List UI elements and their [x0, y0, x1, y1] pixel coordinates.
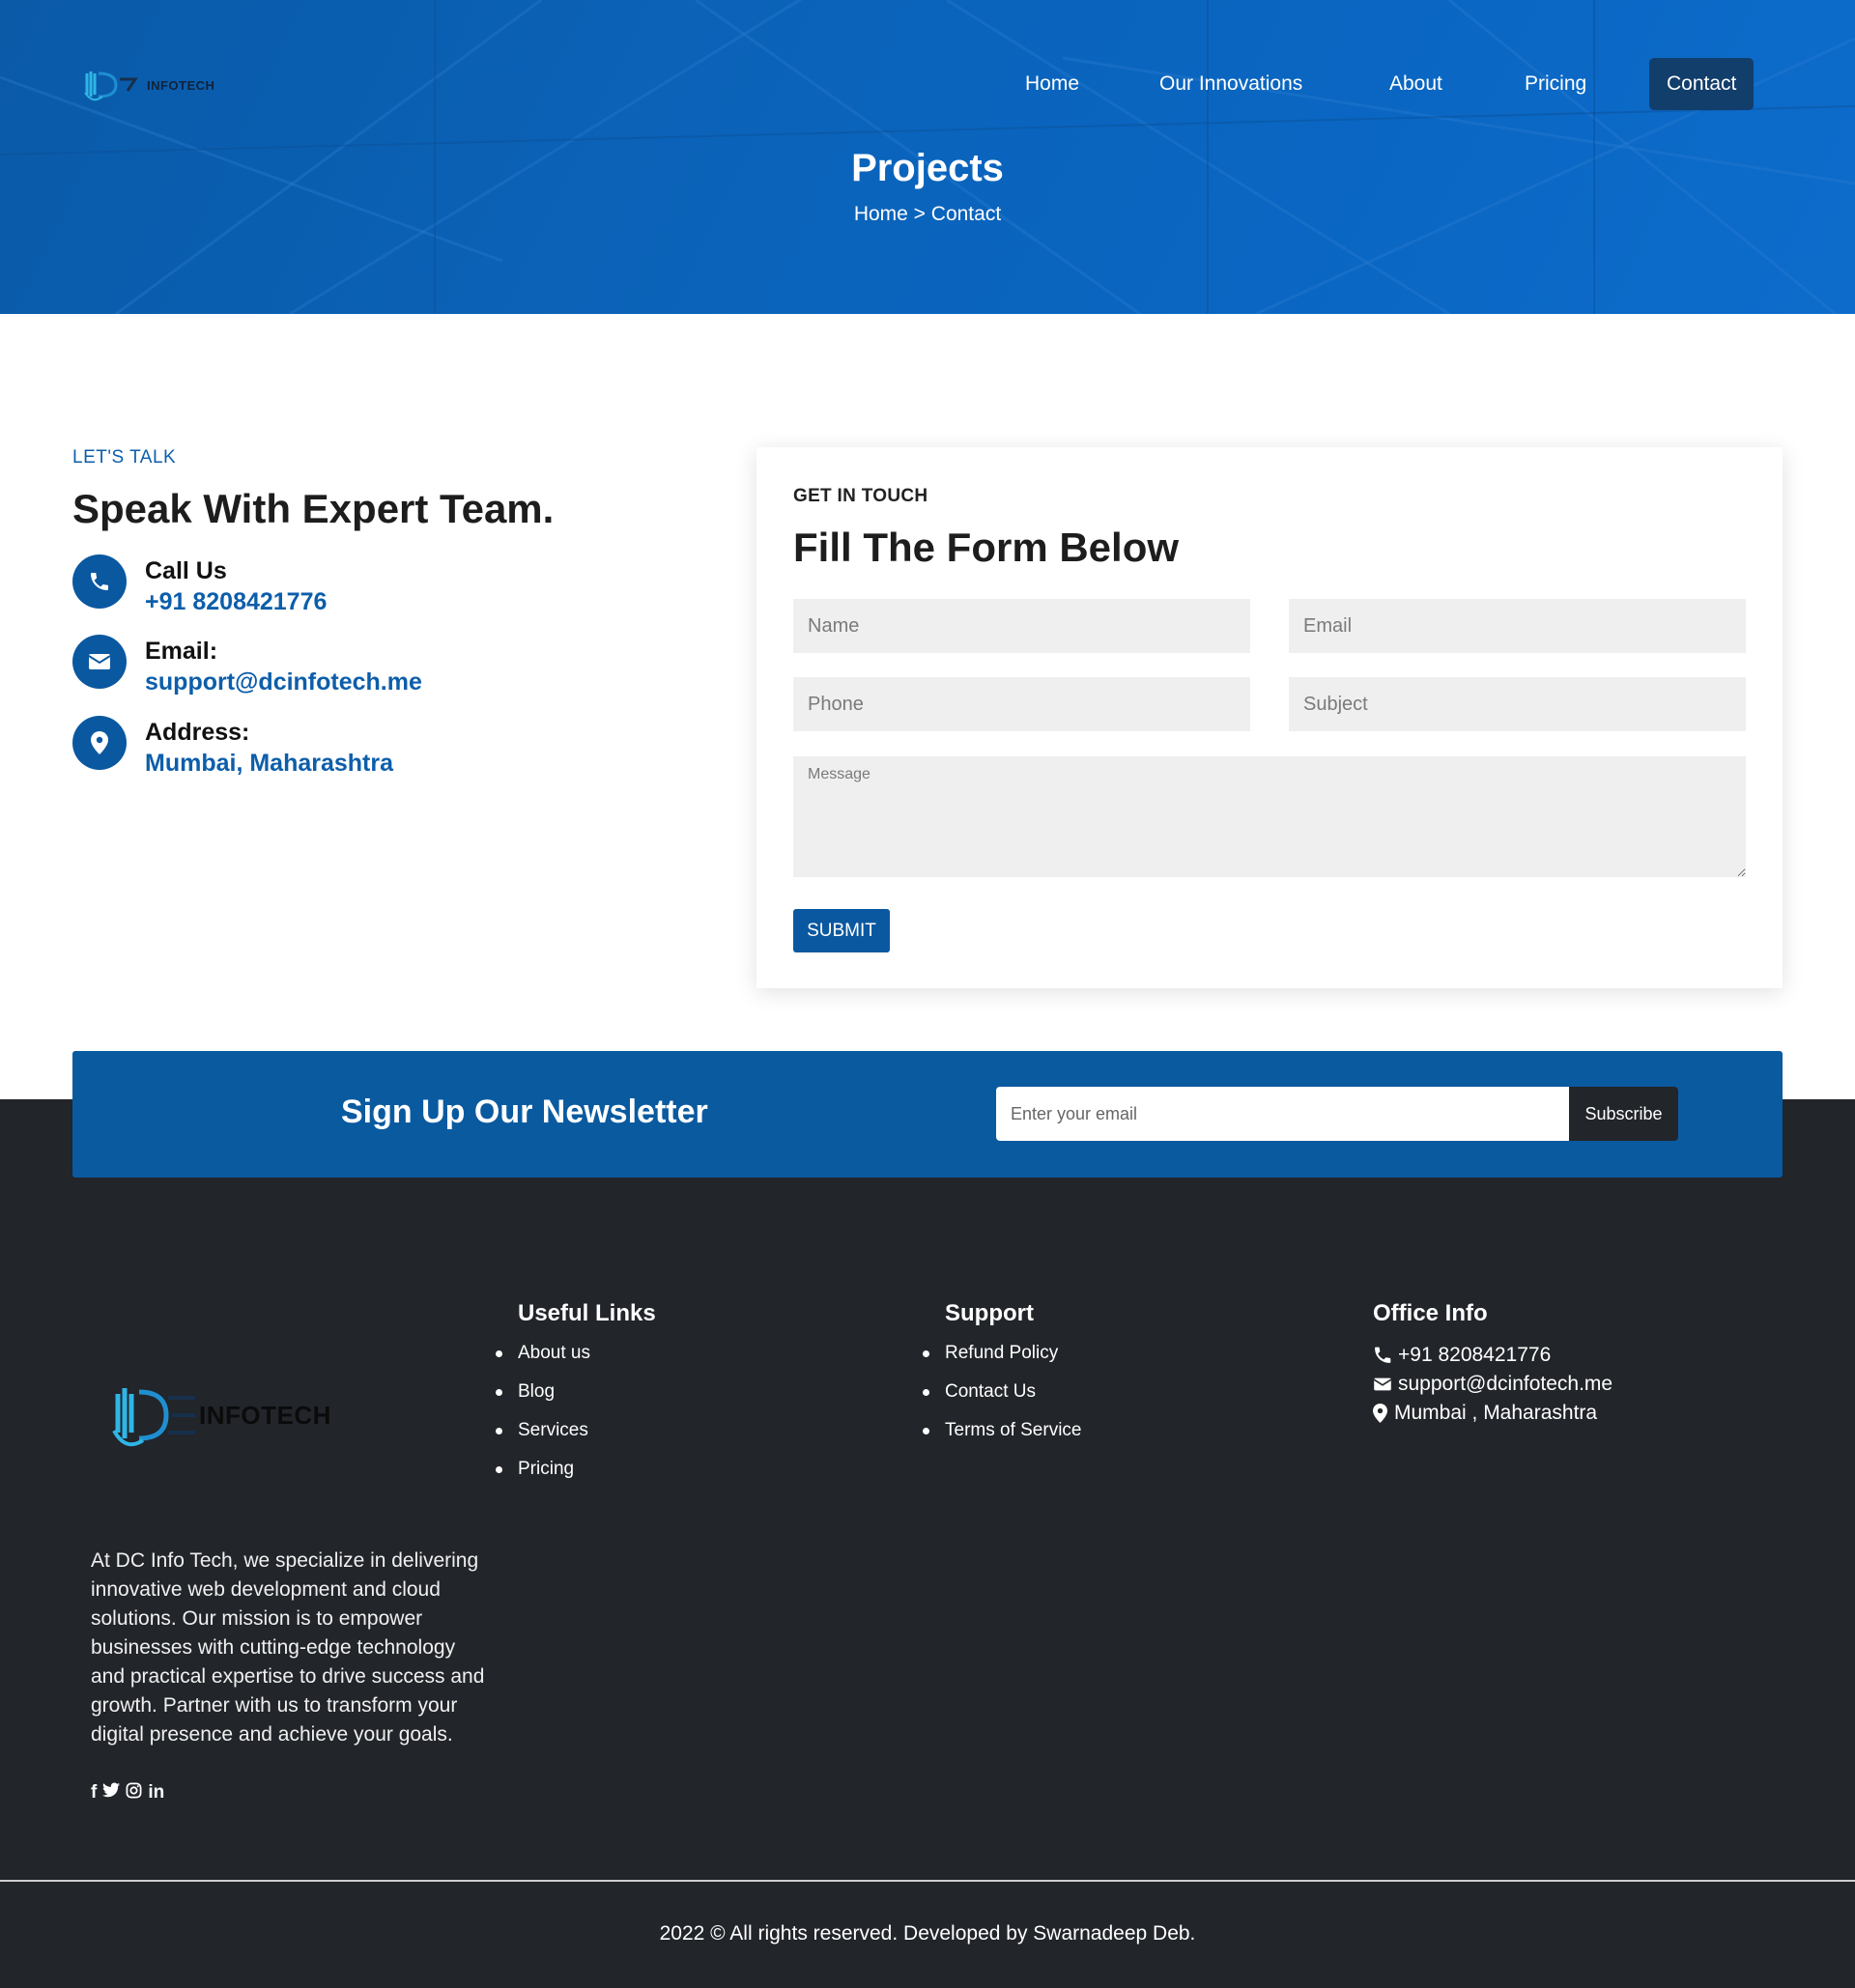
nav-pricing[interactable]: Pricing — [1525, 58, 1586, 110]
twitter-icon[interactable] — [102, 1782, 121, 1804]
office-address: Mumbai , Maharashtra — [1373, 1399, 1612, 1428]
breadcrumb: Home > Contact — [853, 203, 1002, 225]
nav-about[interactable]: About — [1389, 58, 1442, 110]
office-info: +91 8208421776 support@dcinfotech.me Mum… — [1373, 1341, 1612, 1428]
copyright: 2022 © All rights reserved. Developed by… — [659, 1922, 1196, 1945]
envelope-icon — [1373, 1377, 1398, 1392]
contact-address-item: Address: Mumbai, Maharashtra — [72, 716, 393, 780]
footer-divider — [0, 1880, 1855, 1882]
page-title: Projects — [851, 147, 1004, 189]
contact-phone-value[interactable]: +91 8208421776 — [145, 585, 327, 618]
submit-button[interactable]: SUBMIT — [793, 909, 890, 952]
contact-email-label: Email: — [145, 638, 218, 665]
envelope-icon — [72, 635, 127, 689]
name-input[interactable] — [793, 599, 1250, 653]
footer-link-refund-policy[interactable]: Refund Policy — [923, 1341, 1081, 1379]
form-heading: Fill The Form Below — [793, 525, 1180, 570]
support-links-list: Refund Policy Contact Us Terms of Servic… — [923, 1341, 1081, 1457]
contact-form-card: GET IN TOUCH Fill The Form Below SUBMIT — [756, 447, 1783, 988]
office-email-value[interactable]: support@dcinfotech.me — [1398, 1373, 1612, 1396]
newsletter-email-input[interactable] — [996, 1087, 1569, 1141]
support-title: Support — [945, 1300, 1034, 1326]
office-email: support@dcinfotech.me — [1373, 1370, 1612, 1399]
email-input[interactable] — [1289, 599, 1746, 653]
social-links: f in — [91, 1782, 164, 1804]
facebook-icon[interactable]: f — [91, 1782, 97, 1804]
footer-brand-name: INFOTECH — [199, 1400, 331, 1430]
dc-logo-icon — [112, 1388, 195, 1447]
contact-phone-label: Call Us — [145, 557, 227, 584]
newsletter-banner: Sign Up Our Newsletter Subscribe — [72, 1051, 1783, 1178]
office-phone: +91 8208421776 — [1373, 1341, 1612, 1370]
footer-link-about[interactable]: About us — [496, 1341, 590, 1379]
contact-heading: Speak With Expert Team. — [72, 486, 555, 531]
footer-link-services[interactable]: Services — [496, 1418, 590, 1457]
map-pin-icon — [1373, 1404, 1394, 1423]
footer — [0, 1099, 1855, 1988]
footer-link-blog[interactable]: Blog — [496, 1379, 590, 1418]
phone-icon — [1373, 1346, 1398, 1365]
contact-email-value[interactable]: support@dcinfotech.me — [145, 666, 422, 698]
footer-logo[interactable]: INFOTECH — [108, 1377, 331, 1454]
subscribe-button[interactable]: Subscribe — [1569, 1087, 1678, 1141]
contact-address-value: Mumbai, Maharashtra — [145, 750, 394, 777]
office-address-value: Mumbai , Maharashtra — [1394, 1402, 1598, 1424]
nav-home[interactable]: Home — [1025, 58, 1079, 110]
nav-our-innovations[interactable]: Our Innovations — [1159, 58, 1302, 110]
contact-phone-item: Call Us +91 8208421776 — [72, 554, 327, 618]
newsletter-title: Sign Up Our Newsletter — [341, 1093, 708, 1130]
form-eyebrow: GET IN TOUCH — [793, 486, 928, 506]
phone-input[interactable] — [793, 677, 1250, 731]
linkedin-icon[interactable]: in — [148, 1782, 164, 1804]
phone-icon — [72, 554, 127, 609]
nav-contact[interactable]: Contact — [1649, 58, 1755, 110]
message-textarea[interactable] — [793, 756, 1746, 877]
instagram-icon[interactable] — [126, 1782, 142, 1804]
subject-input[interactable] — [1289, 677, 1746, 731]
footer-link-contact-us[interactable]: Contact Us — [923, 1379, 1081, 1418]
useful-links-list: About us Blog Services Pricing — [496, 1341, 590, 1495]
footer-about-text: At DC Info Tech, we specialize in delive… — [91, 1549, 485, 1746]
contact-address-label: Address: — [145, 719, 250, 746]
office-info-title: Office Info — [1373, 1300, 1488, 1326]
footer-link-terms[interactable]: Terms of Service — [923, 1418, 1081, 1457]
hero-banner: INFOTECH Home Our Innovations About Pric… — [0, 0, 1855, 314]
contact-eyebrow: LET'S TALK — [72, 447, 177, 468]
main-nav: Home Our Innovations About Pricing Conta… — [0, 58, 1855, 110]
map-pin-icon — [72, 716, 127, 770]
footer-link-pricing[interactable]: Pricing — [496, 1457, 590, 1495]
contact-email-item: Email: support@dcinfotech.me — [72, 635, 422, 698]
office-phone-value[interactable]: +91 8208421776 — [1398, 1344, 1551, 1367]
useful-links-title: Useful Links — [518, 1300, 656, 1326]
